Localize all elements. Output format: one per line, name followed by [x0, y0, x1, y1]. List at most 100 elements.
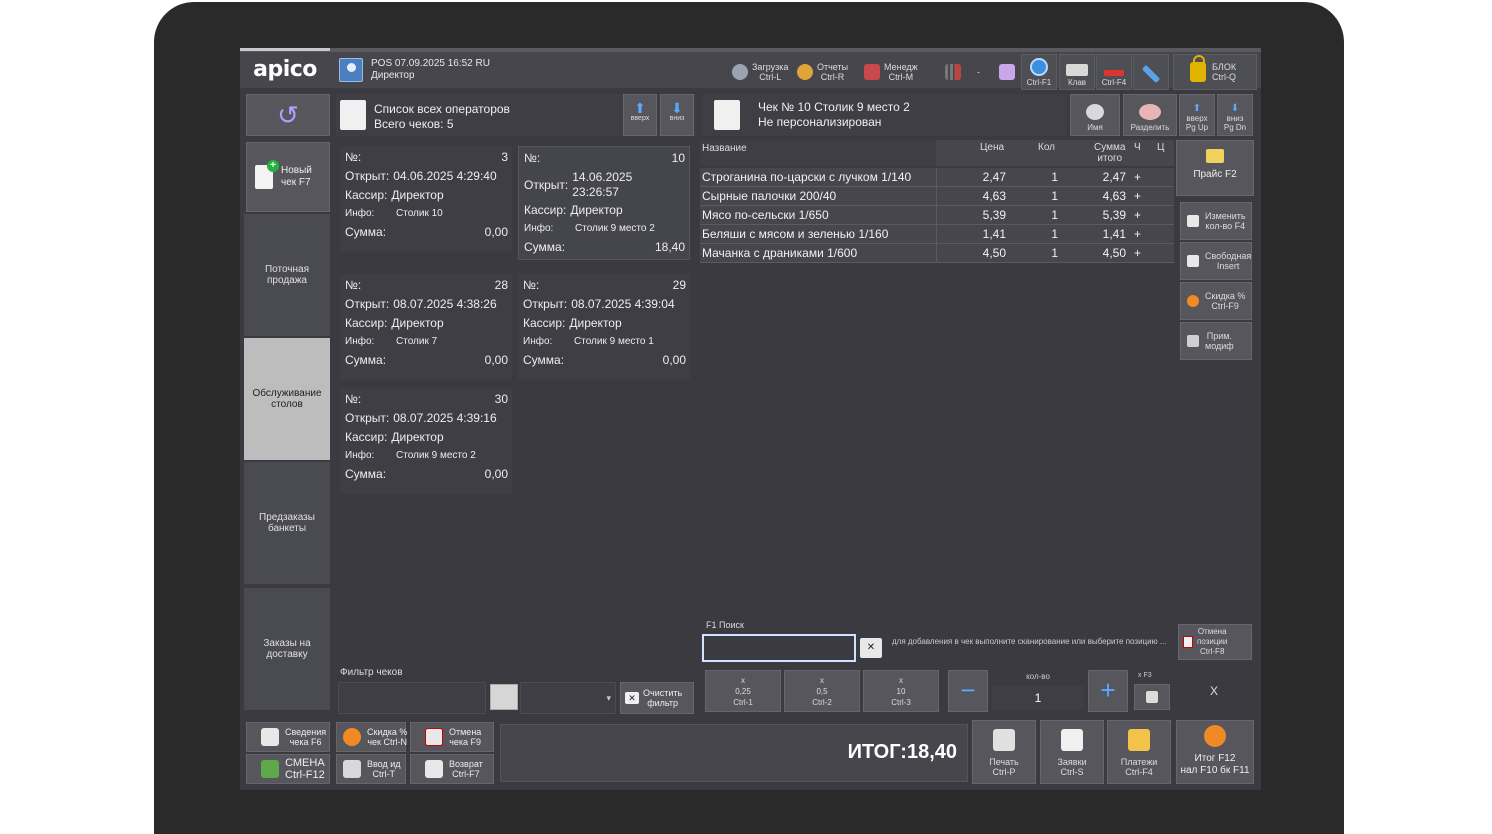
search-clear-button[interactable]: ✕ — [860, 638, 882, 658]
modifier-button[interactable]: Прим. модиф — [1180, 322, 1252, 360]
check-discount-label: Скидка % чек Ctrl-N — [367, 727, 408, 747]
search-hint: для добавления в чек выполните сканирова… — [892, 637, 1167, 646]
cancel-check-button[interactable]: Отмена чека F9 — [410, 722, 494, 752]
name-label: Имя — [1087, 123, 1103, 132]
list-down-button[interactable]: ⬇ вниз — [660, 94, 694, 136]
page-down-label: вниз Pg Dn — [1223, 114, 1247, 132]
cancel-icon — [1183, 636, 1193, 648]
item-price: 5,39 — [982, 208, 1006, 222]
cancel-position-label: Отмена позиции Ctrl-F8 — [1197, 627, 1228, 656]
card-cashier: Директор — [570, 203, 623, 217]
change-qty-button[interactable]: Изменить кол-во F4 — [1180, 202, 1252, 240]
filter-label: Фильтр чеков — [340, 667, 403, 678]
printer-icon — [993, 729, 1015, 751]
itog-button[interactable]: Итог F12 нал F10 бк F11 — [1176, 720, 1254, 784]
check-card[interactable]: №: 30 Открыт: 08.07.2025 4:39:16 Кассир: Ди… — [340, 388, 512, 494]
checks-list-title: Список всех операторов — [374, 102, 510, 116]
discount-icon — [1187, 295, 1199, 307]
check-card-selected[interactable]: №: 10 Открыт: 14.06.2025 23:26:57 Кассир: Ди… — [518, 146, 690, 260]
check-card[interactable]: №: 28 Открыт: 08.07.2025 4:38:26 Кассир: Ди… — [340, 274, 512, 380]
split-icon — [1139, 104, 1161, 120]
orders-button[interactable]: Заявки Ctrl-S — [1040, 720, 1104, 784]
table-row[interactable]: Мачанка с драниками 1/600 4,50 1 4,50 + — [700, 244, 1174, 263]
card-label: Сумма: — [524, 240, 566, 254]
check-info-label: Сведения чека F6 — [285, 727, 327, 747]
card-opened-time: 23:26:57 — [572, 185, 619, 199]
page-down-button[interactable]: ⬇ вниз Pg Dn — [1217, 94, 1253, 136]
free-price-button[interactable]: Свободная Insert — [1180, 242, 1252, 280]
cancel-position-button[interactable]: Отмена позиции Ctrl-F8 — [1178, 624, 1252, 660]
name-button[interactable]: Имя — [1070, 94, 1120, 136]
qty-label: кол-во — [1026, 672, 1050, 681]
new-check-button[interactable]: + Новый чек F7 — [246, 142, 330, 212]
x-label[interactable]: X — [1210, 684, 1218, 698]
list-up-button[interactable]: ⬆ вверх — [623, 94, 657, 136]
ctrl-f4-button[interactable]: Ctrl-F4 — [1096, 54, 1132, 90]
signal-icon — [945, 64, 961, 80]
qty-05-button[interactable]: x 0,5 Ctrl-2 — [784, 670, 860, 712]
split-button[interactable]: Разделить — [1123, 94, 1177, 136]
scale-button[interactable] — [1134, 684, 1170, 710]
page-up-button[interactable]: ⬆ вверх Pg Up — [1179, 94, 1215, 136]
card-label: №: — [345, 278, 362, 292]
back-button[interactable]: ↺ — [246, 94, 330, 136]
id-card-icon — [343, 760, 361, 778]
tools-button[interactable] — [1133, 54, 1169, 90]
table-row[interactable]: Строганина по-царски с лучком 1/140 2,47… — [700, 168, 1174, 187]
filter-input[interactable] — [338, 682, 486, 714]
minus-button[interactable]: − — [948, 670, 988, 712]
plus-button[interactable]: + — [1088, 670, 1128, 712]
card-info: Столик 10 — [396, 208, 443, 219]
reports-button[interactable]: Отчеты Ctrl-R — [797, 56, 848, 88]
search-input[interactable] — [702, 634, 856, 662]
qty-10-button[interactable]: x 10 Ctrl-3 — [863, 670, 939, 712]
discount-button[interactable]: Скидка % Ctrl-F9 — [1180, 282, 1252, 320]
check-card[interactable]: №: 3 Открыт: 04.06.2025 4:29:40 Кассир: Дир… — [340, 146, 512, 252]
signal-indicator — [945, 56, 961, 88]
qty-025-button[interactable]: x 0,25 Ctrl-1 — [705, 670, 781, 712]
card-opened: 08.07.2025 4:38:26 — [393, 297, 497, 311]
check-info-button[interactable]: Сведения чека F6 — [246, 722, 330, 752]
nav-stream-sale[interactable]: Поточная продажа — [244, 214, 330, 336]
nav-preorders[interactable]: Предзаказы банкеты — [244, 462, 330, 584]
item-qty: 1 — [1051, 189, 1058, 203]
cancel-document-icon — [425, 728, 443, 746]
manager-button[interactable]: Менедж Ctrl-M — [864, 56, 918, 88]
return-button[interactable]: Возврат Ctrl-F7 — [410, 754, 494, 784]
payments-button[interactable]: Платежи Ctrl-F4 — [1107, 720, 1171, 784]
discount-label: Скидка % Ctrl-F9 — [1205, 291, 1246, 311]
person-icon — [1086, 104, 1104, 120]
printer-indicator[interactable] — [999, 56, 1015, 88]
item-price: 2,47 — [982, 170, 1006, 184]
print-button[interactable]: Печать Ctrl-P — [972, 720, 1036, 784]
lock-button[interactable]: БЛОК Ctrl-Q — [1173, 54, 1257, 90]
keyboard-icon[interactable] — [490, 684, 518, 710]
table-row[interactable]: Сырные палочки 200/40 4,63 1 4,63 + — [700, 187, 1174, 206]
help-button[interactable]: Ctrl-F1 — [1021, 54, 1057, 90]
filter-select[interactable]: ▾ — [520, 682, 616, 714]
clear-filter-button[interactable]: ✕ Очистить фильтр — [620, 682, 694, 714]
keyboard-button[interactable]: Клав — [1059, 54, 1095, 90]
pos-screen: apico POS 07.09.2025 16:52 RU Директор З… — [240, 48, 1261, 790]
qty-input[interactable]: 1 — [992, 686, 1084, 710]
table-row[interactable]: Мясо по-сельски 1/650 5,39 1 5,39 + — [700, 206, 1174, 225]
check-card[interactable]: №: 29 Открыт: 08.07.2025 4:39:04 Кассир: Ди… — [518, 274, 690, 380]
load-button[interactable]: Загрузка Ctrl-L — [732, 56, 788, 88]
new-check-label: Новый чек F7 — [281, 165, 312, 188]
item-sum: 1,41 — [1102, 227, 1126, 241]
table-row[interactable]: Беляши с мясом и зеленью 1/160 1,41 1 1,… — [700, 225, 1174, 244]
currency-icon — [1204, 725, 1226, 747]
item-sum: 5,39 — [1102, 208, 1126, 222]
item-name: Сырные палочки 200/40 — [702, 189, 837, 203]
item-sum: 2,47 — [1102, 170, 1126, 184]
price-list-button[interactable]: Прайс F2 — [1176, 140, 1254, 196]
lock-label: БЛОК Ctrl-Q — [1212, 62, 1237, 82]
check-discount-button[interactable]: Скидка % чек Ctrl-N — [336, 722, 408, 752]
card-opened: 14.06.2025 — [572, 170, 633, 184]
input-id-button[interactable]: Ввод ид Ctrl-T — [336, 754, 406, 784]
nav-delivery[interactable]: Заказы на доставку — [244, 588, 330, 710]
shift-button[interactable]: СМЕНА Ctrl-F12 — [246, 754, 330, 784]
item-name: Беляши с мясом и зеленью 1/160 — [702, 227, 889, 241]
nav-table-service[interactable]: Обслуживание столов — [244, 338, 330, 460]
card-no: 30 — [494, 392, 508, 406]
